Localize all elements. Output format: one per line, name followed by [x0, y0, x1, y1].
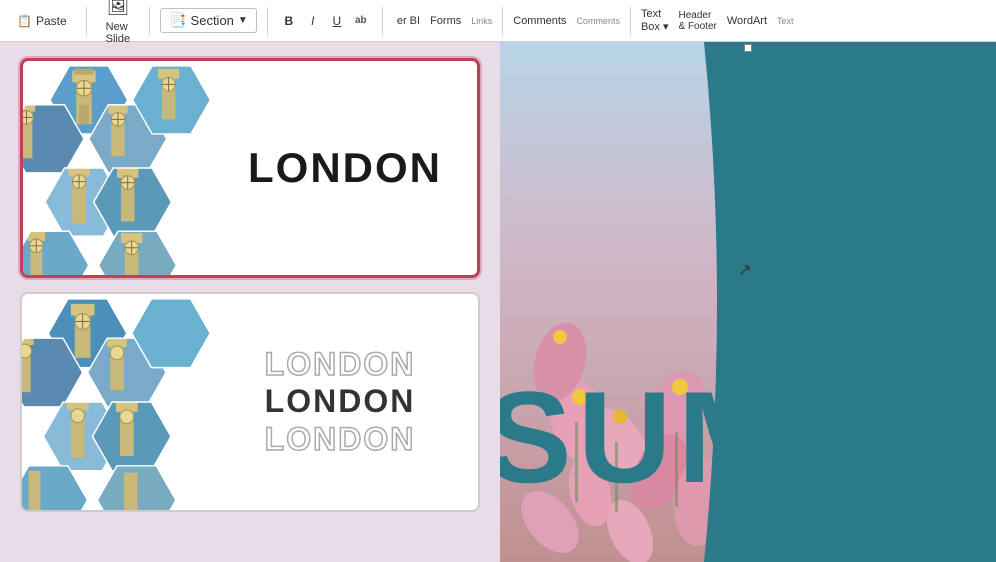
summer-text-rest: UMMER	[578, 364, 996, 502]
slide-2-hex-area	[22, 294, 212, 510]
slide-2-wrapper: LONDON LONDON LONDON	[20, 292, 480, 512]
italic-button[interactable]: I	[302, 11, 324, 31]
wordart-button[interactable]: WordArt	[723, 14, 771, 28]
divider-2	[149, 7, 150, 35]
comments-group-label: Comments	[576, 16, 620, 26]
slide-1-thumbnail[interactable]: LONDON	[20, 58, 480, 278]
comments-button[interactable]: Comments	[509, 14, 570, 28]
text-shadow-button[interactable]: ab	[350, 11, 372, 31]
section-icon: 📑	[169, 12, 186, 29]
main-slide-view[interactable]: SUMMER ↗	[500, 42, 996, 562]
slide-2-text-area: LONDON LONDON LONDON	[212, 327, 478, 477]
section-button[interactable]: 📑 Section ▼	[160, 8, 257, 33]
underline-button[interactable]: U	[326, 11, 348, 31]
slide-canvas: SUMMER ↗	[500, 42, 996, 562]
slide-2-thumbnail[interactable]: LONDON LONDON LONDON	[20, 292, 480, 512]
paste-label: Paste	[36, 14, 67, 28]
slide-1-london-text: LONDON	[248, 144, 442, 192]
slide-1-hex-svg	[23, 61, 213, 275]
slide-2-london-text-3: LONDON	[265, 422, 416, 457]
summer-text-bg: SUMMER	[500, 372, 996, 502]
slide-2-hex-svg	[22, 294, 212, 510]
slide-1-text-area: LONDON	[213, 124, 477, 212]
divider-1	[86, 7, 87, 35]
new-slide-icon: 🖼	[106, 0, 129, 17]
paste-icon: 📋	[17, 14, 32, 28]
links-label: Links	[471, 16, 492, 26]
paste-button[interactable]: 📋 Paste	[8, 9, 76, 33]
section-label: Section	[191, 13, 234, 28]
divider-4	[382, 7, 383, 35]
slide-2-london-text-1: LONDON	[265, 347, 416, 382]
summer-text-container: SUMMER	[500, 362, 996, 502]
header-footer-button[interactable]: Header& Footer	[675, 9, 721, 33]
er-bi-button[interactable]: er BI	[393, 14, 424, 28]
selection-handle	[744, 44, 752, 52]
divider-3	[267, 7, 268, 35]
section-dropdown-icon: ▼	[238, 15, 248, 26]
format-buttons: B I U ab	[278, 11, 372, 31]
bold-button[interactable]: B	[278, 11, 300, 31]
divider-5	[502, 7, 503, 35]
textbox-button[interactable]: TextBox ▾	[637, 7, 673, 34]
toolbar: 📋 Paste 🖼 NewSlide 📑 Section ▼ B I U ab …	[0, 0, 996, 42]
slide-2-london-text-2: LONDON	[265, 384, 416, 419]
main-area: LONDON	[0, 42, 996, 562]
forms-button[interactable]: Forms	[426, 14, 465, 28]
text-group-label: Text	[777, 16, 794, 26]
summer-text-teal: S	[500, 364, 578, 502]
ribbon-area: er BI Forms Links Comments Comments Text…	[393, 7, 798, 35]
slide-1-hex-area	[23, 61, 213, 275]
slide-1-wrapper: LONDON	[20, 58, 480, 278]
slides-panel: LONDON	[0, 42, 500, 562]
divider-6	[630, 7, 631, 35]
